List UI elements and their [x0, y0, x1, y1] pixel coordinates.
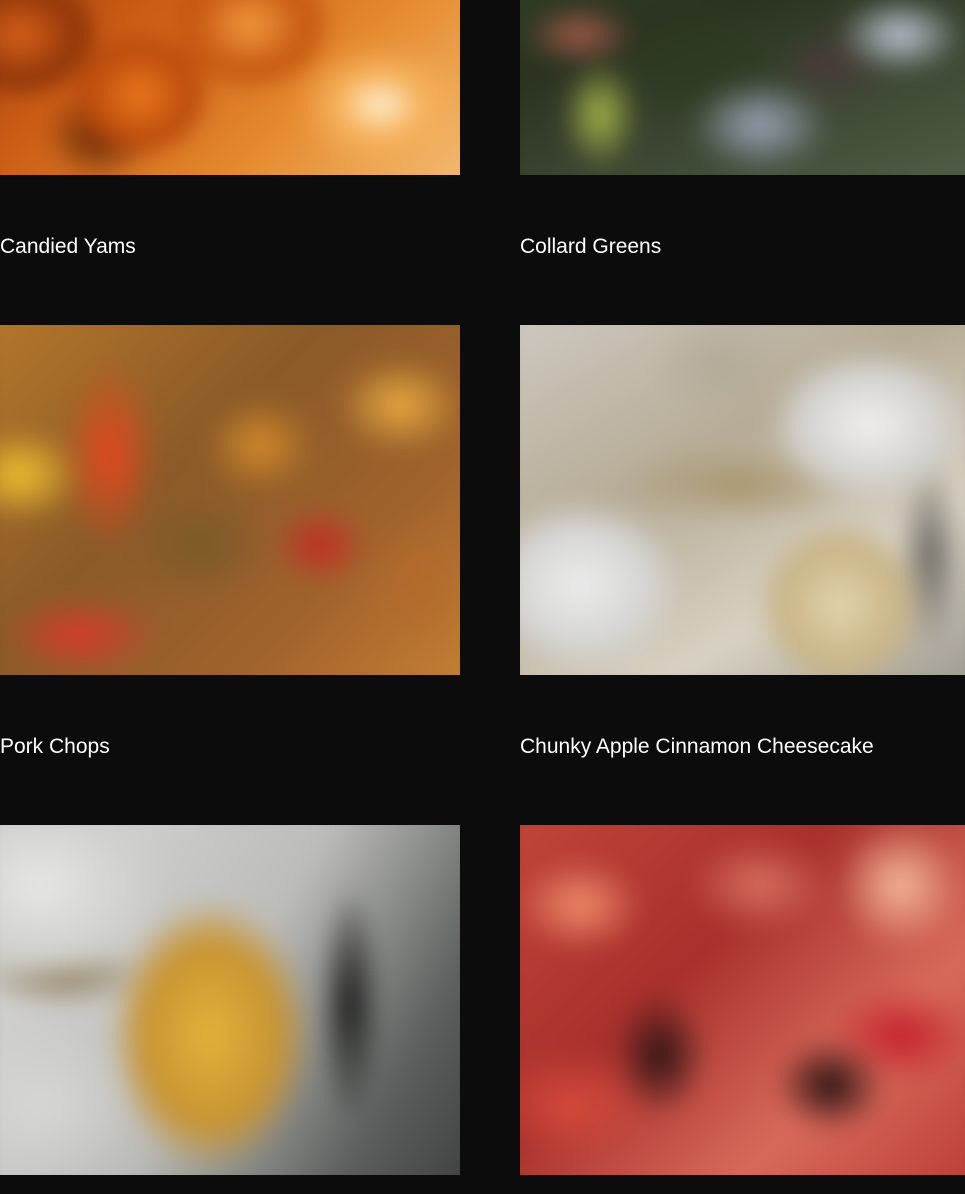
cheesecake-title[interactable]: Chunky Apple Cinnamon Cheesecake [520, 735, 874, 759]
candied-yams-image[interactable] [0, 0, 460, 175]
pork-chops-image[interactable] [0, 325, 460, 675]
collard-greens-title[interactable]: Collard Greens [520, 235, 661, 259]
pork-chops-title[interactable]: Pork Chops [0, 735, 110, 759]
cheesecake-image[interactable] [520, 325, 965, 675]
menu-gallery: Candied Yams Collard Greens Pork Chops C… [0, 0, 965, 1194]
gallery-item-image[interactable] [520, 825, 965, 1175]
candied-yams-title[interactable]: Candied Yams [0, 235, 136, 259]
gallery-item-image[interactable] [0, 825, 460, 1175]
collard-greens-image[interactable] [520, 0, 965, 175]
